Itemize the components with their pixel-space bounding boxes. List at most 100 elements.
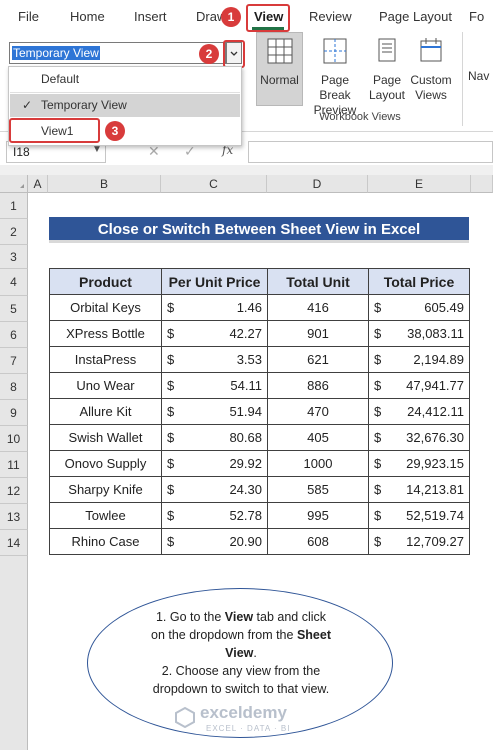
column-header-e[interactable]: E (368, 175, 471, 193)
row-header-3[interactable]: 3 (0, 245, 28, 269)
name-box-value: I18 (13, 145, 30, 159)
row-header-10[interactable]: 10 (0, 426, 28, 452)
cell-product[interactable]: Onovo Supply (49, 450, 162, 477)
normal-view-icon (267, 38, 292, 64)
cell-total-unit[interactable]: 1000 (267, 450, 369, 477)
cell-total-price[interactable]: $12,709.27 (368, 528, 470, 555)
row-header-7[interactable]: 7 (0, 348, 28, 374)
cell-per-unit-price[interactable]: $20.90 (161, 528, 268, 555)
row-header-2[interactable]: 2 (0, 219, 28, 245)
cell-per-unit-price[interactable]: $42.27 (161, 320, 268, 347)
currency-symbol: $ (374, 508, 382, 523)
custom-views-button[interactable]: Custom Views (408, 37, 454, 103)
cell-total-price[interactable]: $24,412.11 (368, 398, 470, 425)
cell-total-unit[interactable]: 470 (267, 398, 369, 425)
row-header-4[interactable]: 4 (0, 269, 28, 296)
cell-product[interactable]: Allure Kit (49, 398, 162, 425)
row-header-8[interactable]: 8 (0, 374, 28, 400)
cell-total-unit[interactable]: 608 (267, 528, 369, 555)
unit-price-value: 3.53 (236, 352, 262, 367)
cell-product[interactable]: XPress Bottle (49, 320, 162, 347)
instruction-line-3: View. (225, 646, 257, 660)
tab-page-layout[interactable]: Page Layout (379, 9, 452, 24)
currency-symbol: $ (167, 378, 175, 393)
cell-per-unit-price[interactable]: $1.46 (161, 294, 268, 321)
cell-per-unit-price[interactable]: $29.92 (161, 450, 268, 477)
cell-product[interactable]: Rhino Case (49, 528, 162, 555)
cell-per-unit-price[interactable]: $52.78 (161, 502, 268, 529)
cell-product[interactable]: Swish Wallet (49, 424, 162, 451)
column-header-a[interactable]: A (28, 175, 48, 193)
column-header-f[interactable] (471, 175, 493, 193)
row-header-6[interactable]: 6 (0, 322, 28, 348)
cell-total-price[interactable]: $47,941.77 (368, 372, 470, 399)
table-row: Rhino Case $20.90 608 $12,709.27 (49, 528, 470, 555)
unit-price-value: 42.27 (229, 326, 262, 341)
instruction-text: 1. Go to the View tab and click on the d… (118, 608, 364, 698)
header-product[interactable]: Product (49, 268, 162, 295)
row-header-12[interactable]: 12 (0, 478, 28, 504)
row-header-14[interactable]: 14 (0, 530, 28, 556)
cell-per-unit-price[interactable]: $54.11 (161, 372, 268, 399)
row-header-13[interactable]: 13 (0, 504, 28, 530)
row-header-9[interactable]: 9 (0, 400, 28, 426)
group-divider (462, 32, 463, 126)
cell-total-price[interactable]: $605.49 (368, 294, 470, 321)
cell-total-price[interactable]: $14,213.81 (368, 476, 470, 503)
cell-total-unit[interactable]: 585 (267, 476, 369, 503)
cell-product[interactable]: Towlee (49, 502, 162, 529)
cell-per-unit-price[interactable]: $3.53 (161, 346, 268, 373)
cell-total-unit[interactable]: 405 (267, 424, 369, 451)
cell-total-unit[interactable]: 621 (267, 346, 369, 373)
normal-view-button[interactable]: Normal (256, 37, 303, 88)
header-total-unit[interactable]: Total Unit (267, 268, 369, 295)
page-layout-label-1: Page (372, 73, 402, 87)
cell-total-price[interactable]: $29,923.15 (368, 450, 470, 477)
navigation-button[interactable]: Nav (468, 69, 493, 84)
total-price-value: 47,941.77 (406, 378, 464, 393)
cell-total-unit[interactable]: 901 (267, 320, 369, 347)
cell-total-price[interactable]: $52,519.74 (368, 502, 470, 529)
row-header-1[interactable]: 1 (0, 193, 28, 219)
column-header-d[interactable]: D (267, 175, 368, 193)
tab-file[interactable]: File (18, 9, 39, 24)
product-table: Product Per Unit Price Total Unit Total … (49, 268, 470, 555)
tab-review[interactable]: Review (309, 9, 352, 24)
formula-input[interactable] (248, 141, 493, 163)
cell-total-price[interactable]: $32,676.30 (368, 424, 470, 451)
currency-symbol: $ (167, 482, 175, 497)
cell-product[interactable]: InstaPress (49, 346, 162, 373)
currency-symbol: $ (374, 404, 382, 419)
select-all-corner[interactable] (0, 175, 28, 193)
dropdown-item-temporary-view[interactable]: ✓ Temporary View (10, 94, 240, 117)
cell-product[interactable]: Sharpy Knife (49, 476, 162, 503)
tab-home[interactable]: Home (70, 9, 105, 24)
page-break-preview-button[interactable]: Page Break Preview (304, 37, 366, 118)
cell-total-unit[interactable]: 886 (267, 372, 369, 399)
cell-per-unit-price[interactable]: $80.68 (161, 424, 268, 451)
column-header-b[interactable]: B (48, 175, 161, 193)
unit-price-value: 52.78 (229, 508, 262, 523)
page-layout-button[interactable]: Page Layout (366, 37, 408, 103)
cell-product[interactable]: Uno Wear (49, 372, 162, 399)
cell-total-price[interactable]: $2,194.89 (368, 346, 470, 373)
header-total-price[interactable]: Total Price (368, 268, 470, 295)
tab-formulas[interactable]: Fo (469, 9, 484, 24)
cell-product[interactable]: Orbital Keys (49, 294, 162, 321)
cell-per-unit-price[interactable]: $51.94 (161, 398, 268, 425)
cell-total-price[interactable]: $38,083.11 (368, 320, 470, 347)
dropdown-item-default[interactable]: Default (10, 68, 240, 91)
cell-per-unit-price[interactable]: $24.30 (161, 476, 268, 503)
step-badge-3: 3 (105, 121, 125, 141)
sheet-view-selector[interactable]: Temporary View (9, 42, 226, 64)
currency-symbol: $ (374, 482, 382, 497)
instruction-line-2: on the dropdown from the Sheet (151, 628, 331, 642)
header-per-unit-price[interactable]: Per Unit Price (161, 268, 268, 295)
table-row: Orbital Keys $1.46 416 $605.49 (49, 294, 470, 321)
column-header-c[interactable]: C (161, 175, 267, 193)
row-header-11[interactable]: 11 (0, 452, 28, 478)
tab-insert[interactable]: Insert (134, 9, 167, 24)
cell-total-unit[interactable]: 416 (267, 294, 369, 321)
row-header-5[interactable]: 5 (0, 296, 28, 322)
cell-total-unit[interactable]: 995 (267, 502, 369, 529)
